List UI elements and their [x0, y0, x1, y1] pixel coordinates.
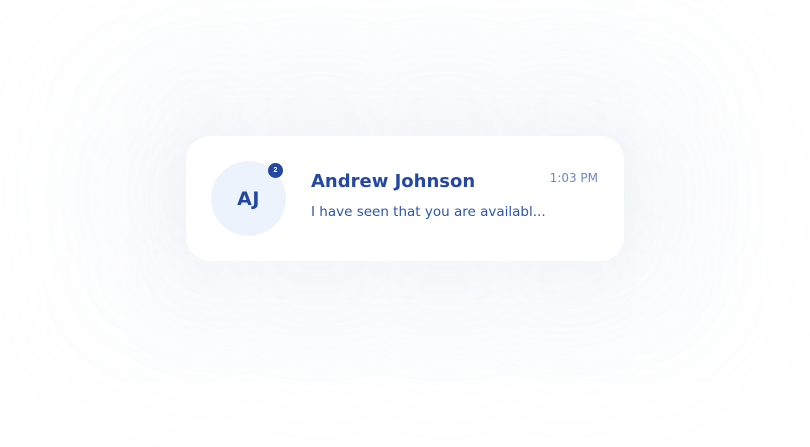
unread-count: 2: [273, 167, 278, 174]
unread-badge: 2: [268, 163, 283, 178]
message-preview: I have seen that you are availabl...: [311, 204, 546, 220]
avatar-initials: AJ: [237, 187, 260, 210]
page-background: AJ 2 Andrew Johnson I have seen that you…: [0, 0, 810, 447]
conversation-card[interactable]: AJ 2 Andrew Johnson I have seen that you…: [186, 136, 624, 261]
contact-name: Andrew Johnson: [311, 171, 476, 192]
message-timestamp: 1:03 PM: [549, 171, 598, 185]
